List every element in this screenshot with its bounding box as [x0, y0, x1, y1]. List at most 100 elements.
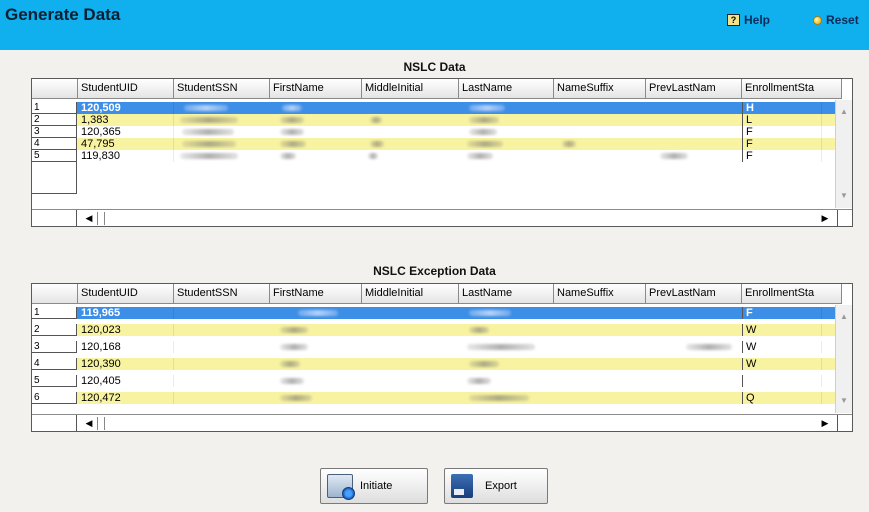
scroll-up-icon[interactable]: ▲: [836, 104, 852, 120]
enrollment-status-cell[interactable]: F: [742, 307, 822, 319]
redacted-value: [280, 378, 304, 384]
nslc-exception-title: NSLC Exception Data: [373, 264, 496, 278]
scroll-right-icon[interactable]: ▶: [818, 212, 832, 225]
column-header[interactable]: StudentUID: [78, 284, 174, 304]
scroll-down-icon[interactable]: ▼: [836, 188, 852, 204]
table-row[interactable]: 1 120,509 H: [32, 102, 842, 114]
column-header[interactable]: PrevLastNam: [646, 79, 742, 99]
column-header[interactable]: NameSuffix: [554, 79, 646, 99]
student-uid-cell[interactable]: 120,509: [78, 102, 174, 114]
column-header[interactable]: LastName: [459, 284, 554, 304]
row-number[interactable]: 5: [32, 150, 77, 162]
redacted-value: [280, 344, 308, 350]
initiate-button[interactable]: Initiate: [320, 468, 428, 504]
redacted-value: [282, 105, 302, 111]
enrollment-status-cell[interactable]: F: [742, 126, 822, 138]
table-row[interactable]: 4 120,390 W: [32, 358, 842, 370]
column-header[interactable]: FirstName: [270, 79, 362, 99]
enrollment-status-cell[interactable]: W: [742, 341, 822, 353]
student-uid-cell[interactable]: 47,795: [78, 138, 174, 150]
student-uid-cell[interactable]: 120,390: [78, 358, 174, 370]
student-uid-cell[interactable]: 120,405: [78, 375, 174, 387]
enrollment-status-cell[interactable]: [742, 375, 822, 387]
horizontal-scrollbar[interactable]: ◀ ▶: [32, 414, 852, 431]
student-uid-cell[interactable]: 1,383: [78, 114, 174, 126]
redacted-value: [469, 395, 529, 401]
enrollment-status-cell[interactable]: F: [742, 138, 822, 150]
table-row[interactable]: 6 120,472 Q: [32, 392, 842, 404]
row-number[interactable]: 1: [32, 102, 77, 114]
header-bar: Generate Data ? Help Reset: [0, 0, 869, 50]
table-row[interactable]: 2 1,383 L: [32, 114, 842, 126]
scroll-thumb[interactable]: [97, 212, 105, 225]
enrollment-status-cell[interactable]: W: [742, 358, 822, 370]
redacted-value: [180, 117, 238, 123]
scroll-thumb[interactable]: [97, 417, 105, 430]
student-uid-cell[interactable]: 119,830: [78, 150, 174, 162]
enrollment-status-cell[interactable]: L: [742, 114, 822, 126]
scroll-down-icon[interactable]: ▼: [836, 393, 852, 409]
row-number[interactable]: 3: [32, 126, 77, 138]
help-icon: ?: [727, 14, 740, 26]
table-row[interactable]: 4 47,795 F: [32, 138, 842, 150]
row-number[interactable]: 2: [32, 114, 77, 126]
redacted-value: [469, 129, 497, 135]
column-header[interactable]: StudentUID: [78, 79, 174, 99]
student-uid-cell[interactable]: 119,965: [78, 307, 174, 319]
export-button[interactable]: Export: [444, 468, 548, 504]
scroll-up-icon[interactable]: ▲: [836, 309, 852, 325]
reset-button[interactable]: Reset: [813, 13, 859, 27]
row-number[interactable]: 5: [32, 375, 77, 387]
horizontal-scrollbar[interactable]: ◀ ▶: [32, 209, 852, 226]
table-row[interactable]: 3 120,168 W: [32, 341, 842, 353]
enrollment-status-cell[interactable]: W: [742, 324, 822, 336]
row-number[interactable]: 2: [32, 324, 77, 336]
student-uid-cell[interactable]: 120,168: [78, 341, 174, 353]
student-uid-cell[interactable]: 120,365: [78, 126, 174, 138]
column-header[interactable]: FirstName: [270, 284, 362, 304]
column-header[interactable]: EnrollmentSta: [742, 284, 842, 304]
table-row[interactable]: 5 120,405: [32, 375, 842, 387]
redacted-value: [182, 129, 234, 135]
column-header[interactable]: StudentSSN: [174, 79, 270, 99]
nslc-data-title: NSLC Data: [403, 60, 466, 74]
row-number[interactable]: 6: [32, 392, 77, 404]
row-number[interactable]: 1: [32, 307, 77, 319]
redacted-value: [370, 141, 384, 147]
scroll-right-icon[interactable]: ▶: [818, 417, 832, 430]
redacted-value: [467, 378, 491, 384]
column-header[interactable]: PrevLastNam: [646, 284, 742, 304]
column-header[interactable]: StudentSSN: [174, 284, 270, 304]
table-row[interactable]: 5 119,830 F: [32, 150, 842, 162]
table-row[interactable]: 3 120,365 F: [32, 126, 842, 138]
student-uid-cell[interactable]: 120,023: [78, 324, 174, 336]
redacted-value: [298, 310, 338, 316]
page-title: Generate Data: [5, 5, 121, 24]
nslc-data-grid[interactable]: StudentUID StudentSSN FirstName MiddleIniti…: [31, 78, 853, 227]
table-row[interactable]: 2 120,023 W: [32, 324, 842, 336]
enrollment-status-cell[interactable]: F: [742, 150, 822, 162]
redacted-value: [280, 141, 306, 147]
nslc-exception-grid[interactable]: StudentUID StudentSSN FirstName MiddleIniti…: [31, 283, 853, 432]
scrollbar-corner: [837, 415, 852, 431]
table-row[interactable]: 1 119,965 F: [32, 307, 842, 319]
vertical-scrollbar[interactable]: ▲ ▼: [835, 100, 852, 208]
scroll-left-icon[interactable]: ◀: [82, 212, 96, 225]
column-header[interactable]: MiddleInitial: [362, 284, 459, 304]
row-number[interactable]: 4: [32, 138, 77, 150]
row-number[interactable]: 3: [32, 341, 77, 353]
student-uid-cell[interactable]: 120,472: [78, 392, 174, 404]
reset-label: Reset: [826, 13, 859, 27]
vertical-scrollbar[interactable]: ▲ ▼: [835, 305, 852, 413]
redacted-value: [686, 344, 732, 350]
enrollment-status-cell[interactable]: Q: [742, 392, 822, 404]
help-button[interactable]: ? Help: [727, 13, 770, 27]
column-header[interactable]: EnrollmentSta: [742, 79, 842, 99]
redacted-value: [660, 153, 688, 159]
column-header[interactable]: MiddleInitial: [362, 79, 459, 99]
enrollment-status-cell[interactable]: H: [742, 102, 822, 114]
column-header[interactable]: NameSuffix: [554, 284, 646, 304]
column-header[interactable]: LastName: [459, 79, 554, 99]
row-number[interactable]: 4: [32, 358, 77, 370]
scroll-left-icon[interactable]: ◀: [82, 417, 96, 430]
